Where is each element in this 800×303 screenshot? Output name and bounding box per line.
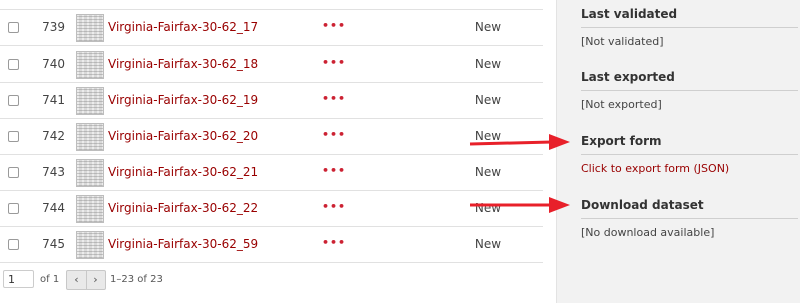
annotation-arrows [469,134,570,213]
arrow-icon [470,197,570,213]
arrow-icon [469,134,570,150]
